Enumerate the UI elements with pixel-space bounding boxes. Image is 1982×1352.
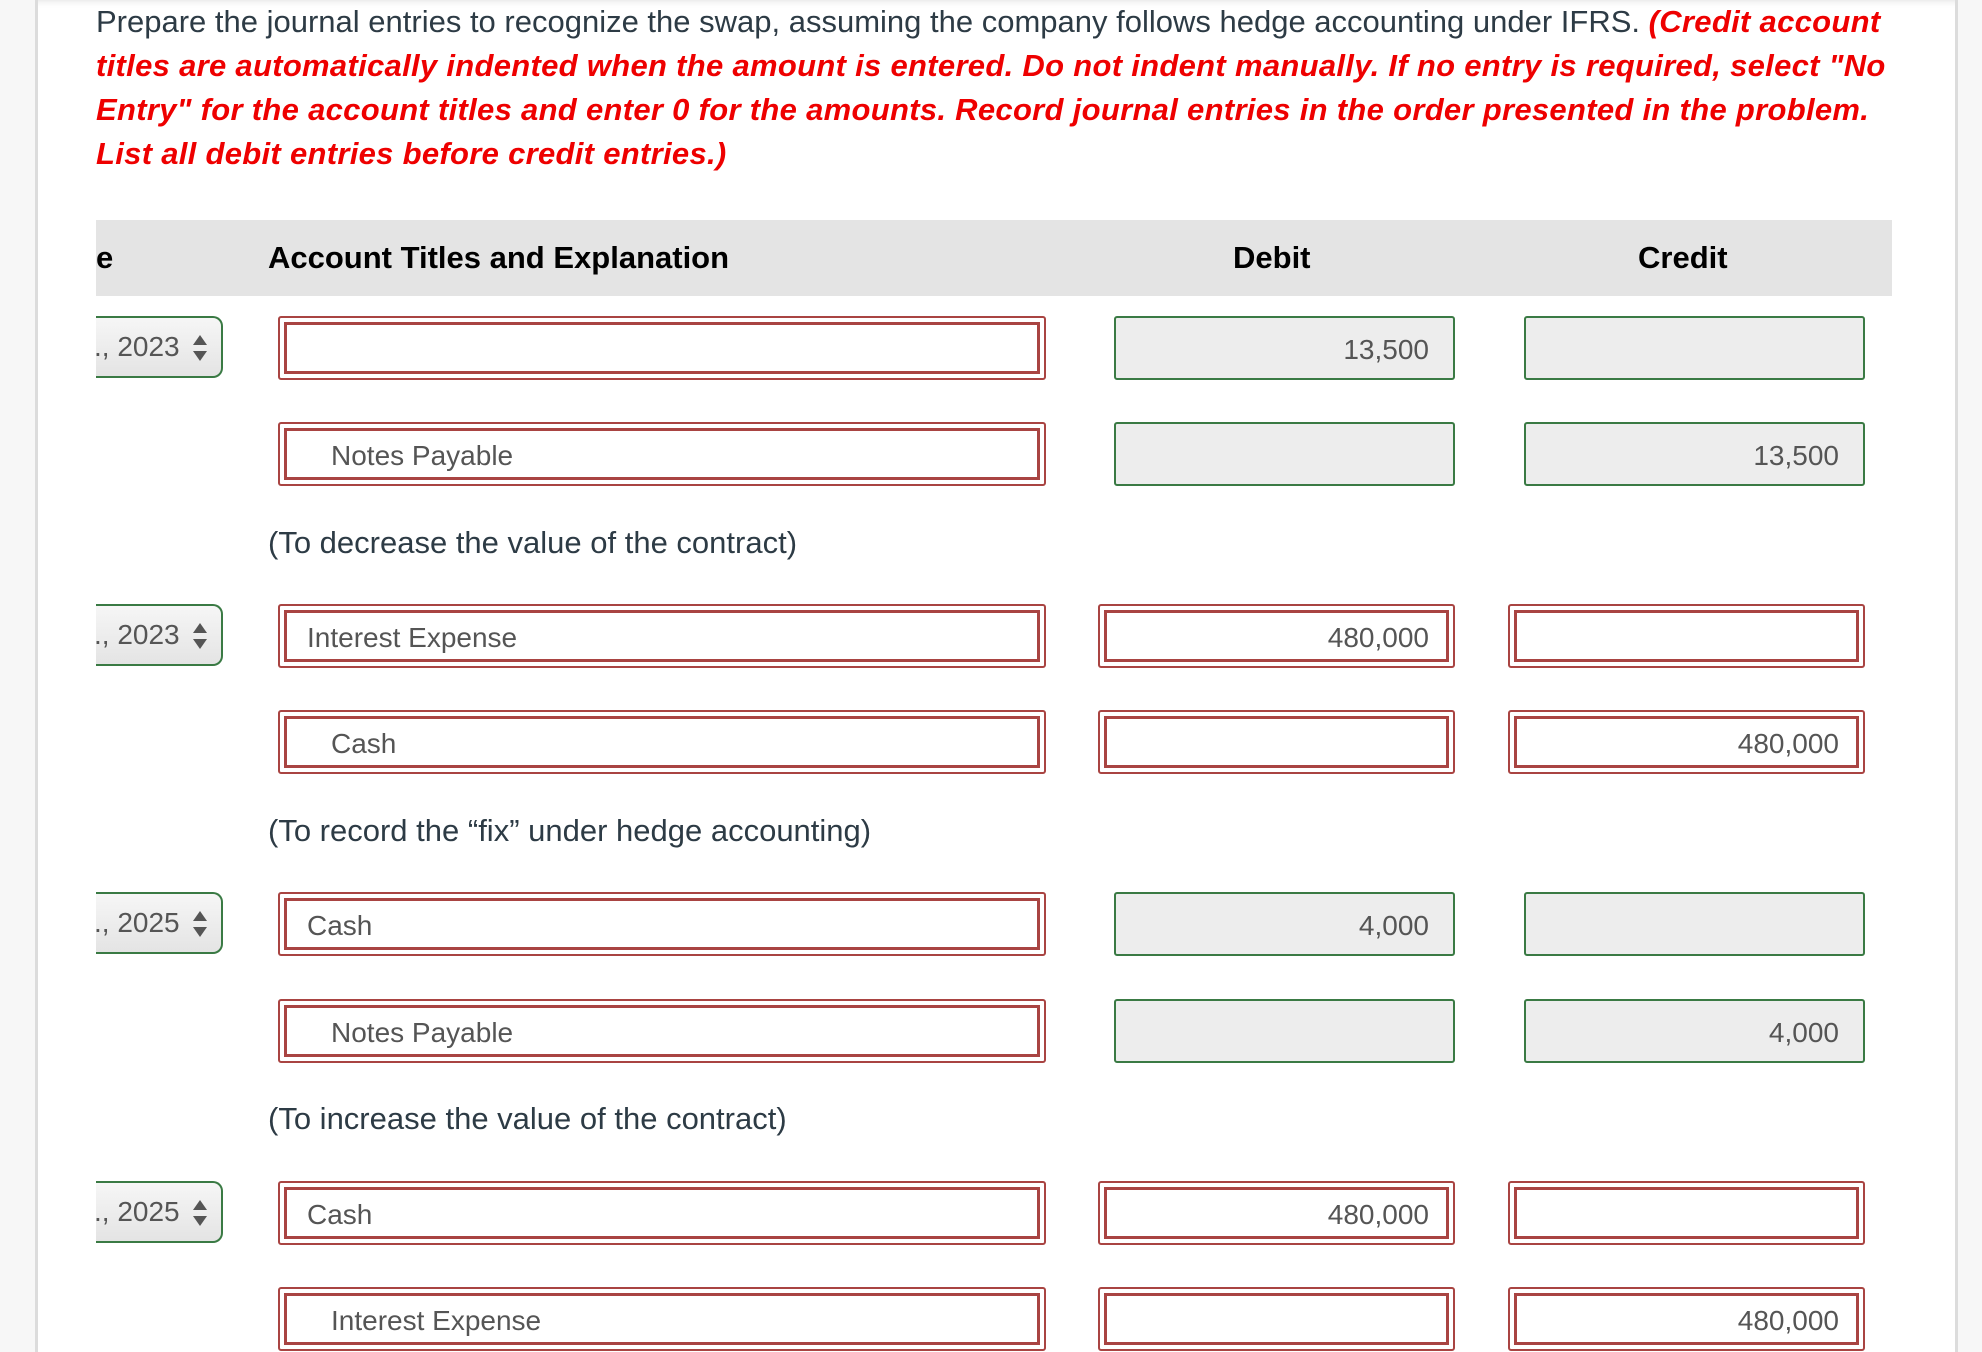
instructions: Prepare the journal entries to recognize…: [96, 0, 1896, 176]
credit-value: 13,500: [1753, 440, 1839, 471]
debit-input[interactable]: [1098, 1287, 1455, 1351]
account-title-value: Cash: [307, 1199, 373, 1230]
date-select[interactable]: ., 2023: [96, 604, 223, 666]
account-title-value: Cash: [307, 910, 373, 941]
date-value: ., 2025: [96, 1196, 180, 1227]
table-header: e Account Titles and Explanation Debit C…: [96, 220, 1892, 296]
credit-input[interactable]: [1524, 316, 1865, 380]
account-title-input[interactable]: Interest Expense: [278, 604, 1046, 668]
account-title-input[interactable]: Interest Expense: [278, 1287, 1046, 1351]
account-title-value: Interest Expense: [331, 1305, 542, 1336]
credit-value: 480,000: [1737, 728, 1839, 759]
account-title-value: Notes Payable: [331, 1017, 514, 1048]
debit-input[interactable]: 480,000: [1098, 604, 1455, 668]
date-value: ., 2023: [96, 331, 180, 362]
debit-input[interactable]: [1098, 710, 1455, 774]
select-arrows-icon: [193, 911, 207, 937]
account-title-input[interactable]: Cash: [278, 1181, 1046, 1245]
entry-explanation: (To decrease the value of the contract): [268, 525, 798, 560]
account-title-input[interactable]: Cash: [278, 710, 1046, 774]
date-select[interactable]: ., 2025: [96, 892, 223, 954]
journal-row: ., 2025 Cash 480,000: [0, 1181, 1982, 1245]
journal-row: ., 2023 Interest Expense 480,000: [0, 604, 1982, 668]
credit-input[interactable]: [1524, 892, 1865, 956]
debit-value: 480,000: [1327, 1199, 1429, 1230]
header-debit: Debit: [1233, 240, 1311, 275]
instructions-lead: Prepare the journal entries to recognize…: [96, 4, 1640, 39]
credit-input[interactable]: [1508, 604, 1865, 668]
header-account-titles: Account Titles and Explanation: [268, 240, 730, 275]
debit-input[interactable]: [1114, 422, 1455, 486]
debit-value: 13,500: [1343, 334, 1429, 365]
account-title-value: Notes Payable: [331, 440, 514, 471]
account-title-input[interactable]: Notes Payable: [278, 422, 1046, 486]
header-date: e: [96, 240, 114, 275]
debit-input[interactable]: 480,000: [1098, 1181, 1455, 1245]
date-select[interactable]: ., 2025: [96, 1181, 223, 1243]
entry-explanation: (To record the “fix” under hedge account…: [268, 813, 872, 848]
entry-explanation: (To increase the value of the contract): [268, 1101, 787, 1136]
debit-value: 480,000: [1327, 622, 1429, 653]
credit-input[interactable]: 480,000: [1508, 710, 1865, 774]
journal-row: ., 2025 Cash 4,000: [0, 892, 1982, 956]
journal-row: Interest Expense 480,000: [0, 1287, 1982, 1351]
journal-row: ., 2023 13,500: [0, 316, 1982, 380]
credit-value: 480,000: [1737, 1305, 1839, 1336]
account-title-value: Cash: [331, 728, 397, 759]
credit-input[interactable]: [1508, 1181, 1865, 1245]
account-title-input[interactable]: Notes Payable: [278, 999, 1046, 1063]
debit-input[interactable]: 13,500: [1114, 316, 1455, 380]
credit-input[interactable]: 480,000: [1508, 1287, 1865, 1351]
debit-input[interactable]: [1114, 999, 1455, 1063]
date-value: ., 2023: [96, 619, 180, 650]
date-select[interactable]: ., 2023: [96, 316, 223, 378]
content-panel: [35, 0, 1958, 1352]
journal-row: Cash 480,000: [0, 710, 1982, 774]
select-arrows-icon: [193, 623, 207, 649]
select-arrows-icon: [193, 1200, 207, 1226]
journal-row: Notes Payable 4,000: [0, 999, 1982, 1063]
credit-input[interactable]: 13,500: [1524, 422, 1865, 486]
select-arrows-icon: [193, 335, 207, 361]
debit-value: 4,000: [1358, 910, 1429, 941]
header-credit: Credit: [1638, 240, 1728, 275]
journal-row: Notes Payable 13,500: [0, 422, 1982, 486]
account-title-input[interactable]: Cash: [278, 892, 1046, 956]
date-value: ., 2025: [96, 907, 180, 938]
credit-input[interactable]: 4,000: [1524, 999, 1865, 1063]
credit-value: 4,000: [1768, 1017, 1839, 1048]
account-title-value: Interest Expense: [307, 622, 518, 653]
debit-input[interactable]: 4,000: [1114, 892, 1455, 956]
account-title-input[interactable]: [278, 316, 1046, 380]
